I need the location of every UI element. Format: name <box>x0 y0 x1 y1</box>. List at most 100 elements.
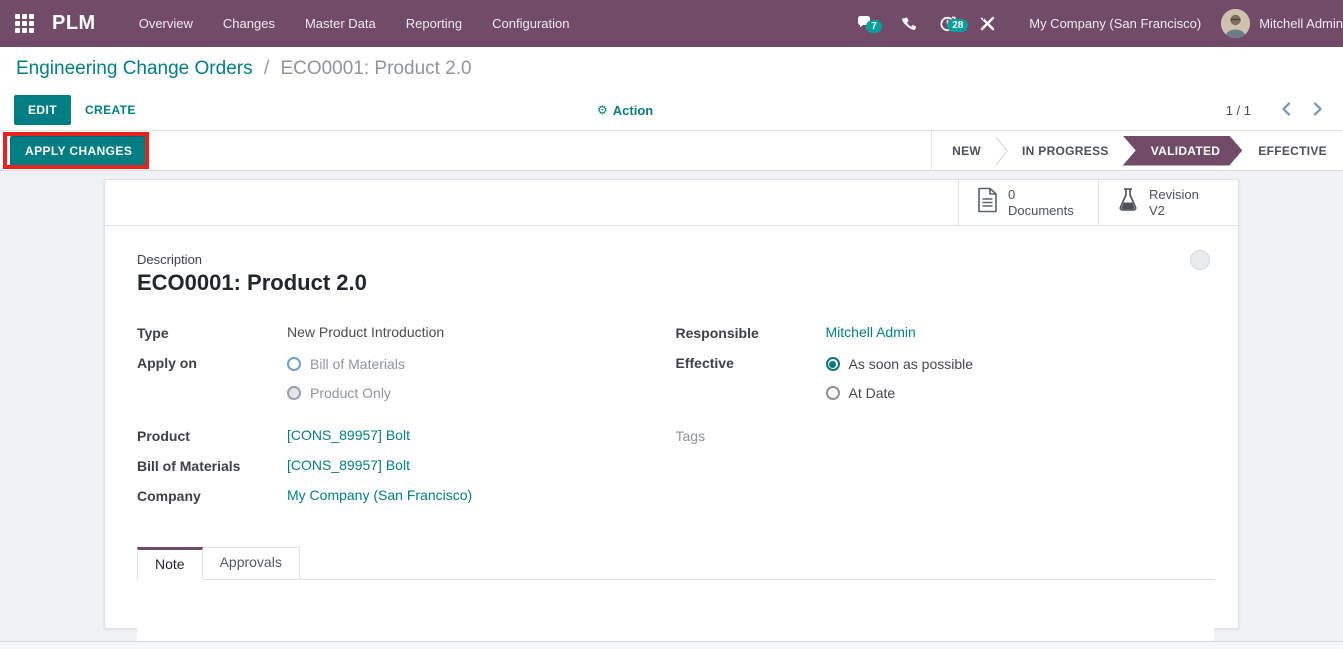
company-switcher[interactable]: My Company (San Francisco) <box>1007 16 1221 31</box>
tools-icon <box>979 15 996 32</box>
documents-stat-button[interactable]: 0 Documents <box>958 180 1098 225</box>
chevron-right-icon <box>1313 101 1322 116</box>
activities-button[interactable]: 28 <box>927 14 969 33</box>
messages-button[interactable]: 7 <box>846 15 889 33</box>
revision-stat-value: Revision <box>1149 186 1199 202</box>
create-button[interactable]: CREATE <box>71 96 150 124</box>
bottom-area <box>0 642 1343 649</box>
field-column-left: Type New Product Introduction Apply on B… <box>137 324 676 517</box>
field-apply-on-label: Apply on <box>137 355 197 371</box>
revision-stat-text: Revision V2 <box>1149 187 1199 219</box>
systray: 7 28 My Company (San Francisco) Mitchell… <box>846 9 1343 38</box>
field-product: Product [CONS_89957] Bolt <box>137 427 676 448</box>
breadcrumb: Engineering Change Orders / ECO0001: Pro… <box>16 58 472 80</box>
form-view-container: 0 Documents Revision V2 Description ECO0… <box>0 171 1343 649</box>
main-menu: Overview Changes Master Data Reporting C… <box>124 0 585 47</box>
documents-stat-value: 0 <box>1008 186 1016 202</box>
field-bom-value[interactable]: [CONS_89957] Bolt <box>287 457 410 473</box>
tab-content-note[interactable] <box>137 580 1214 649</box>
field-apply-on: Apply on Bill of Materials Product Only <box>137 354 676 401</box>
pager-next-button[interactable] <box>1307 100 1329 121</box>
apply-changes-button[interactable]: APPLY CHANGES <box>10 135 148 166</box>
field-responsible: Responsible Mitchell Admin <box>676 324 1215 345</box>
field-group-gap <box>676 410 1215 427</box>
menu-overview[interactable]: Overview <box>124 0 208 47</box>
menu-master-data[interactable]: Master Data <box>290 0 391 47</box>
field-product-label: Product <box>137 428 190 444</box>
documents-stat-label: Documents <box>1008 202 1074 218</box>
status-step-new[interactable]: NEW <box>936 144 997 158</box>
pager-value: 1 / 1 <box>1225 102 1251 118</box>
radio-checked-icon[interactable] <box>825 357 840 371</box>
radio-product-only-label: Product Only <box>310 385 391 401</box>
flask-icon <box>1117 187 1139 218</box>
field-group-gap <box>137 410 676 427</box>
kanban-state-circle[interactable] <box>1190 250 1210 270</box>
field-responsible-value[interactable]: Mitchell Admin <box>826 324 916 340</box>
effective-radio-group: As soon as possible At Date <box>825 354 974 401</box>
menu-changes[interactable]: Changes <box>208 0 290 47</box>
phone-icon <box>900 16 917 32</box>
debug-tools-button[interactable] <box>968 15 1007 32</box>
user-menu[interactable]: Mitchell Admin <box>1259 16 1343 31</box>
breadcrumb-parent-link[interactable]: Engineering Change Orders <box>16 58 253 79</box>
document-icon <box>977 187 998 218</box>
field-company-value[interactable]: My Company (San Francisco) <box>287 487 472 503</box>
voip-button[interactable] <box>889 16 927 32</box>
field-company: Company My Company (San Francisco) <box>137 487 676 508</box>
messages-badge: 7 <box>866 19 882 33</box>
field-company-label: Company <box>137 488 201 504</box>
field-tags: Tags <box>676 427 1215 448</box>
pager: 1 / 1 <box>1226 100 1329 121</box>
radio-icon[interactable] <box>287 357 301 371</box>
radio-bill-of-materials-label: Bill of Materials <box>310 356 405 372</box>
menu-reporting[interactable]: Reporting <box>391 0 477 47</box>
radio-asap-label: As soon as possible <box>848 356 974 372</box>
field-responsible-label: Responsible <box>675 325 759 341</box>
status-steps: NEW IN PROGRESS VALIDATED EFFECTIVE <box>931 131 1343 170</box>
radio-at-date[interactable]: At Date <box>825 385 974 401</box>
apps-menu-icon[interactable] <box>15 14 34 33</box>
notebook-tabs: Note Approvals <box>137 547 1214 580</box>
field-tags-label: Tags <box>675 428 706 444</box>
user-avatar[interactable] <box>1221 9 1251 38</box>
apply-on-radio-group: Bill of Materials Product Only <box>287 354 405 401</box>
radio-product-only[interactable]: Product Only <box>287 385 405 401</box>
breadcrumb-row: Engineering Change Orders / ECO0001: Pro… <box>0 47 1343 90</box>
field-effective-label: Effective <box>675 355 734 371</box>
field-type-label: Type <box>137 325 169 341</box>
menu-configuration[interactable]: Configuration <box>477 0 584 47</box>
radio-icon[interactable] <box>825 386 840 400</box>
revision-stat-button[interactable]: Revision V2 <box>1098 180 1238 225</box>
status-step-in-progress[interactable]: IN PROGRESS <box>1006 144 1125 158</box>
description-label: Description <box>137 252 203 267</box>
radio-as-soon-as-possible[interactable]: As soon as possible <box>825 356 974 372</box>
field-type-value: New Product Introduction <box>287 324 445 340</box>
field-bom-label: Bill of Materials <box>137 458 241 474</box>
revision-stat-label: V2 <box>1149 202 1165 218</box>
status-step-effective[interactable]: EFFECTIVE <box>1242 144 1343 158</box>
radio-at-date-label: At Date <box>848 385 896 401</box>
action-menu-button[interactable]: ⚙ Action <box>597 90 653 130</box>
activities-badge: 28 <box>947 19 969 32</box>
breadcrumb-separator: / <box>263 57 270 79</box>
chevron-left-icon <box>1282 101 1291 116</box>
status-step-validated[interactable]: VALIDATED <box>1123 136 1243 166</box>
breadcrumb-current: ECO0001: Product 2.0 <box>280 57 472 79</box>
sheet-body: Description ECO0001: Product 2.0 Type Ne… <box>105 226 1238 649</box>
documents-stat-text: 0 Documents <box>1008 187 1074 219</box>
app-brand[interactable]: PLM <box>52 12 96 35</box>
action-menu-label: Action <box>612 102 654 118</box>
radio-bill-of-materials[interactable]: Bill of Materials <box>287 356 405 372</box>
field-product-value[interactable]: [CONS_89957] Bolt <box>287 427 410 443</box>
top-navbar: PLM Overview Changes Master Data Reporti… <box>0 0 1343 47</box>
tab-approvals[interactable]: Approvals <box>202 547 300 580</box>
radio-icon[interactable] <box>287 386 301 400</box>
pager-previous-button[interactable] <box>1275 100 1297 121</box>
stat-button-row: 0 Documents Revision V2 <box>105 180 1238 226</box>
field-type: Type New Product Introduction <box>137 324 676 345</box>
field-bom: Bill of Materials [CONS_89957] Bolt <box>137 457 676 478</box>
gear-icon: ⚙ <box>597 103 608 117</box>
edit-button[interactable]: EDIT <box>14 95 71 125</box>
tab-note[interactable]: Note <box>137 547 203 580</box>
